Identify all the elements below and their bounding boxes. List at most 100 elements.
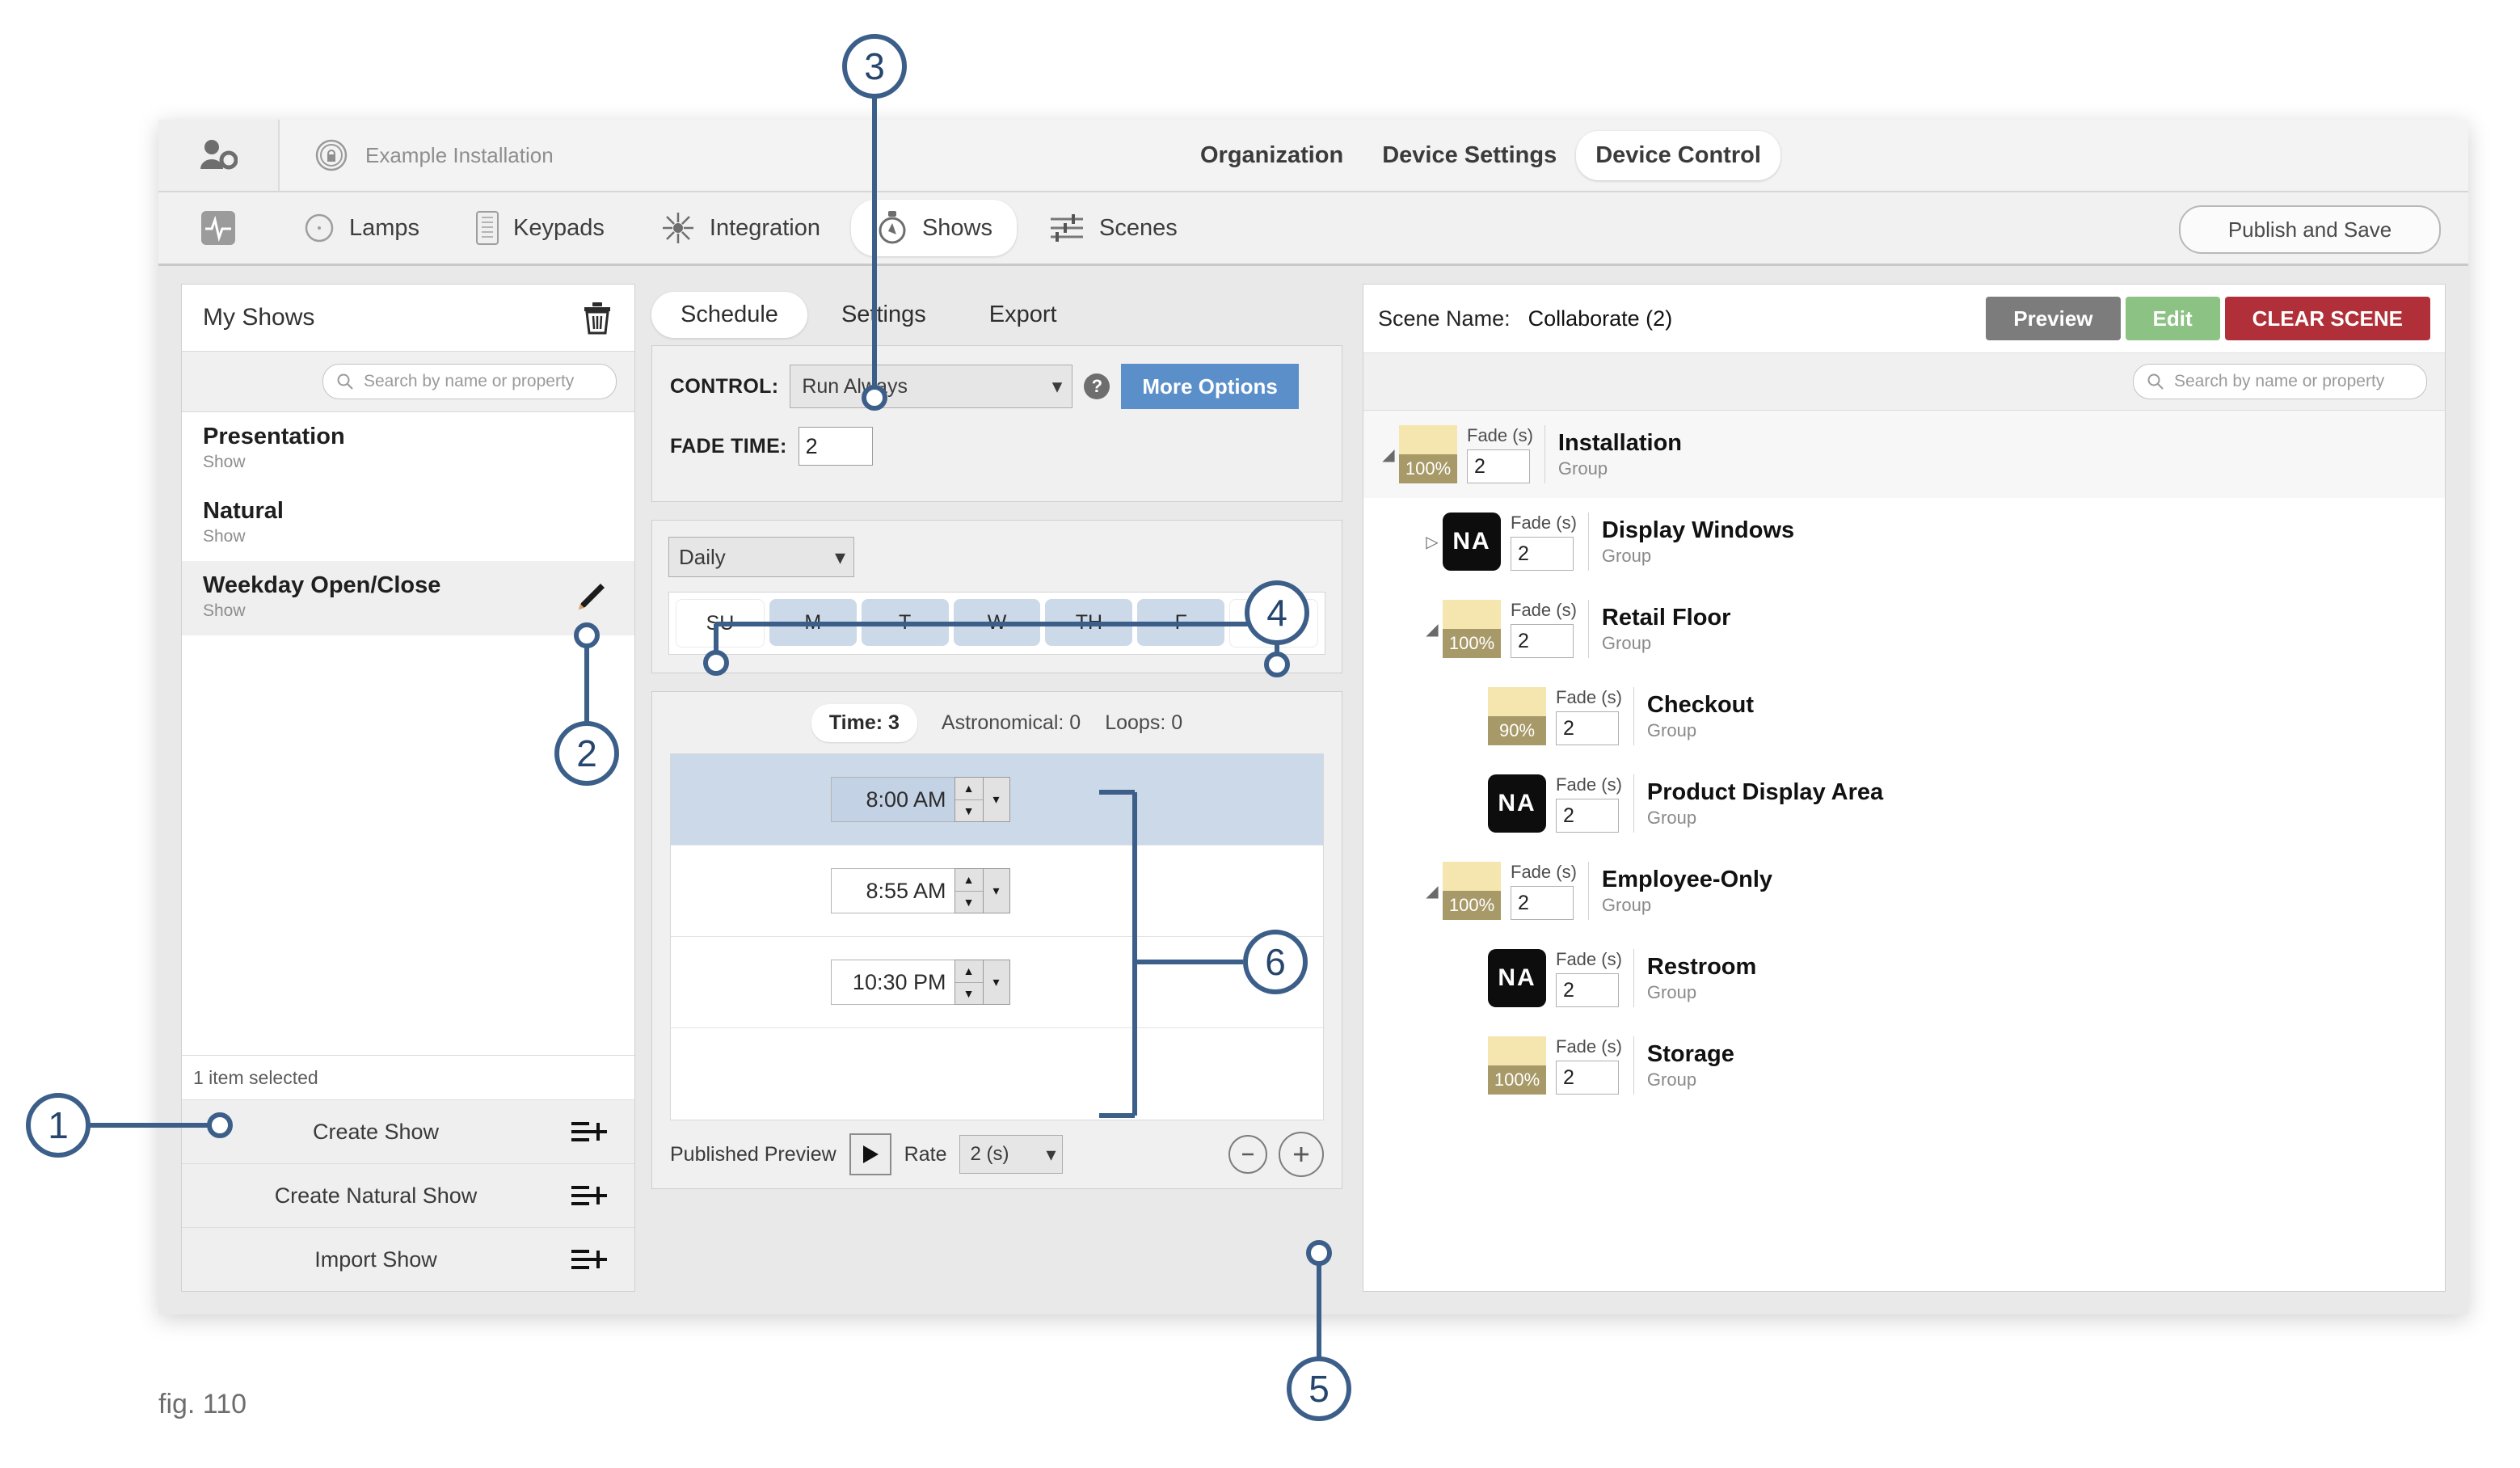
frequency-select[interactable]: Daily ▾ [668,537,854,577]
table-row[interactable]: 8:00 AM ▲ ▼ ▾ [671,754,1323,846]
scene-search-input[interactable]: Search by name or property [2133,364,2427,399]
callout-5-number: 5 [1308,1368,1330,1410]
question-mark-icon[interactable]: ? [1084,373,1110,399]
table-row[interactable]: NA Fade (s) 2 Restroom Group [1363,934,2445,1022]
node-type: Group [1646,981,1697,1002]
table-row[interactable]: ◢ 100% Fade (s) 2 Employee-Only Group [1363,847,2445,934]
time-dropdown-toggle[interactable]: ▾ [983,777,1010,822]
counter-time[interactable]: Time: 3 [811,703,917,742]
rate-select[interactable]: 2 (s) ▾ [959,1135,1064,1174]
shows-search-input[interactable]: Search by name or property [322,364,617,399]
fade-time-input[interactable]: 2 [798,427,873,466]
counter-loops[interactable]: Loops: 0 [1105,711,1182,735]
table-row[interactable]: ◢ 100% Fade (s) 2 Installation Group [1363,411,2445,498]
counter-astronomical[interactable]: Astronomical: 0 [942,711,1081,735]
time-dropdown-toggle[interactable]: ▾ [983,960,1010,1005]
fade-label: Fade (s) [1511,862,1577,882]
import-show-label: Import Show [314,1247,437,1272]
level-swatch[interactable]: 100% [1443,600,1501,658]
fade-input[interactable]: 2 [1556,711,1619,745]
minus-circle-icon[interactable] [1228,1135,1267,1174]
time-stepper[interactable]: 8:55 AM ▲ ▼ ▾ [830,868,1010,913]
edit-button[interactable]: Edit [2125,297,2220,340]
table-row[interactable]: 100% Fade (s) 2 Storage Group [1363,1022,2445,1109]
fade-label: Fade (s) [1511,600,1577,620]
fade-input[interactable]: 2 [1467,449,1530,483]
user-settings-button[interactable] [158,120,280,191]
day-toggle-w[interactable]: W [953,599,1041,646]
tab-settings[interactable]: Settings [812,292,955,338]
fade-input[interactable]: 2 [1511,537,1574,571]
installation-indicator[interactable]: Example Installation [280,139,554,171]
time-dropdown-toggle[interactable]: ▾ [983,868,1010,913]
node-name: Product Display Area [1646,778,1884,805]
expander-down-icon[interactable]: ◢ [1378,445,1399,465]
expander-down-icon[interactable]: ◢ [1422,619,1443,639]
nav-device-settings[interactable]: Device Settings [1363,131,1576,180]
table-row[interactable]: ▷ NA Fade (s) 2 Display Windows Group [1363,498,2445,585]
fade-input[interactable]: 2 [1511,886,1574,920]
list-item[interactable]: Presentation Show [182,412,634,487]
nav-device-control[interactable]: Device Control [1576,130,1780,180]
fade-input[interactable]: 2 [1556,799,1619,833]
trash-icon[interactable] [581,301,613,335]
import-show-button[interactable]: Import Show [182,1227,634,1291]
na-text: NA [1498,964,1536,991]
table-row[interactable]: 8:55 AM ▲ ▼ ▾ [671,846,1323,937]
level-swatch[interactable]: 100% [1399,425,1457,483]
table-row[interactable]: 90% Fade (s) 2 Checkout Group [1363,673,2445,760]
level-swatch-na[interactable]: NA [1488,774,1546,833]
time-spinner-buttons[interactable]: ▲ ▼ [954,868,984,913]
my-shows-panel: My Shows Search by name or property Pres… [181,284,635,1292]
day-toggle-t[interactable]: T [861,599,949,646]
schedule-counters: Time: 3 Astronomical: 0 Loops: 0 [652,692,1342,753]
time-spinner-buttons[interactable]: ▲ ▼ [954,777,984,822]
day-toggle-m[interactable]: M [769,599,857,646]
mode-bar: Lamps Keypads Integration Shows Scenes P… [158,192,2468,266]
level-swatch-na[interactable]: NA [1488,949,1546,1007]
level-swatch[interactable]: 90% [1488,687,1546,745]
table-row-empty [671,1028,1323,1120]
tab-schedule[interactable]: Schedule [651,291,807,338]
tab-integration[interactable]: Integration [635,200,845,256]
clear-scene-button[interactable]: CLEAR SCENE [2224,297,2430,340]
level-swatch-na[interactable]: NA [1443,513,1501,571]
fade-input[interactable]: 2 [1556,1061,1619,1095]
table-row[interactable]: ◢ 100% Fade (s) 2 Retail Floor Group [1363,585,2445,673]
tab-scenes[interactable]: Scenes [1023,201,1202,255]
level-swatch[interactable]: 100% [1488,1036,1546,1095]
fade-input[interactable]: 2 [1556,973,1619,1007]
fade-input[interactable]: 2 [1511,624,1574,658]
publish-and-save-button[interactable]: Publish and Save [2179,205,2441,254]
create-show-button[interactable]: Create Show [182,1099,634,1163]
table-row[interactable]: 10:30 PM ▲ ▼ ▾ [671,937,1323,1028]
list-item[interactable]: Weekday Open/Close Show [182,561,634,635]
tab-lamps[interactable]: Lamps [278,201,444,255]
level-swatch[interactable]: 100% [1443,862,1501,920]
edit-pencil-icon[interactable] [571,579,609,616]
time-spinner-buttons[interactable]: ▲ ▼ [954,960,984,1005]
control-select[interactable]: Run Always ▾ [790,365,1073,408]
list-item[interactable]: Natural Show [182,487,634,561]
tab-export[interactable]: Export [960,292,1086,338]
time-stepper[interactable]: 10:30 PM ▲ ▼ ▾ [830,960,1010,1005]
day-toggle-s[interactable]: S [1229,599,1319,648]
schedule-card: Time: 3 Astronomical: 0 Loops: 0 8:00 AM… [651,691,1342,1189]
table-row[interactable]: NA Fade (s) 2 Product Display Area Group [1363,760,2445,847]
preview-button[interactable]: Preview [1986,297,2121,340]
day-toggle-su[interactable]: SU [676,599,765,648]
status-pulse-button[interactable] [158,192,278,264]
day-toggle-th[interactable]: TH [1045,599,1133,646]
plus-circle-icon[interactable] [1279,1132,1324,1177]
tab-keypads[interactable]: Keypads [450,200,629,255]
tab-shows[interactable]: Shows [850,200,1017,256]
create-natural-show-button[interactable]: Create Natural Show [182,1163,634,1227]
node-name: Restroom [1646,953,1757,980]
nav-organization[interactable]: Organization [1181,131,1363,180]
expander-down-icon[interactable]: ◢ [1422,881,1443,901]
day-toggle-f[interactable]: F [1137,599,1225,646]
expander-right-icon[interactable]: ▷ [1422,532,1443,552]
play-icon[interactable] [849,1133,891,1175]
time-stepper[interactable]: 8:00 AM ▲ ▼ ▾ [830,777,1010,822]
more-options-button[interactable]: More Options [1121,364,1299,409]
